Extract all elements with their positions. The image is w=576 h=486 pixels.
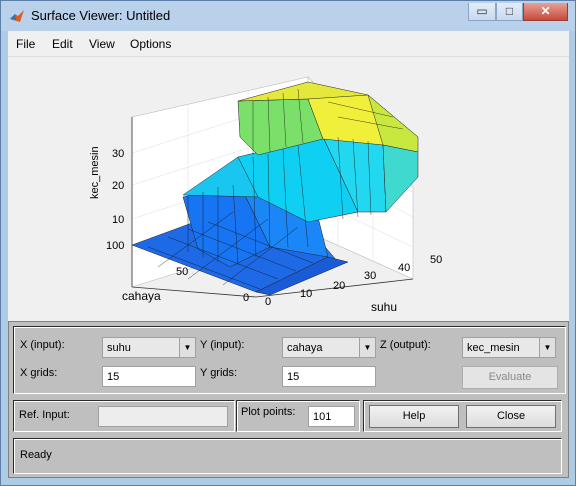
y-tick-0: 0: [243, 292, 249, 304]
minimize-button[interactable]: ▭: [468, 3, 496, 21]
evaluate-button[interactable]: Evaluate: [462, 366, 558, 389]
menu-bar: File Edit View Options: [8, 31, 569, 57]
x-input-dropdown[interactable]: suhu ▼: [102, 337, 196, 358]
menu-edit[interactable]: Edit: [52, 37, 73, 51]
surface-plot[interactable]: 10 20 30 100 50 0 0 10 20 30 40 50 kec_m…: [8, 57, 569, 321]
title-bar[interactable]: Surface Viewer: Untitled ▭ □ ✕: [1, 1, 575, 31]
window-title: Surface Viewer: Untitled: [31, 8, 171, 23]
axis-selection-panel: X (input): suhu ▼ Y (input): cahaya ▼ Z …: [13, 326, 566, 394]
y-input-dropdown[interactable]: cahaya ▼: [282, 337, 376, 358]
y-tick-100: 100: [106, 240, 124, 252]
menu-options[interactable]: Options: [130, 37, 171, 51]
matlab-logo-icon: [10, 10, 24, 22]
y-input-value: cahaya: [287, 342, 323, 354]
z-output-label: Z (output):: [380, 339, 431, 351]
z-output-dropdown[interactable]: kec_mesin ▼: [462, 337, 556, 358]
chevron-down-icon: ▼: [539, 338, 555, 357]
close-window-button[interactable]: ✕: [523, 3, 568, 21]
ref-input-field[interactable]: [98, 406, 228, 427]
y-tick-50: 50: [176, 266, 188, 278]
ref-input-label: Ref. Input:: [19, 409, 70, 421]
x-tick-50: 50: [430, 254, 442, 266]
y-axis-label: cahaya: [122, 289, 161, 303]
x-tick-20: 20: [333, 280, 345, 292]
status-panel: Ready: [13, 438, 562, 474]
z-output-value: kec_mesin: [467, 342, 520, 354]
y-input-label: Y (input):: [200, 339, 245, 351]
y-grids-label: Y grids:: [200, 367, 238, 379]
help-button[interactable]: Help: [369, 405, 459, 428]
action-buttons-panel: Help Close: [363, 400, 562, 432]
z-tick-20: 20: [112, 180, 124, 192]
x-tick-30: 30: [364, 270, 376, 282]
x-tick-10: 10: [300, 288, 312, 300]
surface-viewer-window: Surface Viewer: Untitled ▭ □ ✕ File Edit…: [0, 0, 576, 486]
menu-file[interactable]: File: [16, 37, 35, 51]
y-grids-input[interactable]: 15: [282, 366, 376, 387]
maximize-button[interactable]: □: [496, 3, 523, 21]
x-grids-label: X grids:: [20, 367, 58, 379]
controls-area: X (input): suhu ▼ Y (input): cahaya ▼ Z …: [8, 321, 569, 478]
z-tick-30: 30: [112, 148, 124, 160]
plot-points-input[interactable]: 101: [308, 406, 355, 427]
x-input-value: suhu: [107, 342, 131, 354]
z-axis-label: kec_mesin: [89, 146, 101, 199]
menu-view[interactable]: View: [89, 37, 115, 51]
x-tick-40: 40: [398, 262, 410, 274]
x-grids-input[interactable]: 15: [102, 366, 196, 387]
plot-points-panel: Plot points: 101: [236, 400, 360, 432]
z-tick-10: 10: [112, 214, 124, 226]
plot-points-label: Plot points:: [241, 406, 296, 418]
close-button[interactable]: Close: [466, 405, 556, 428]
x-axis-label: suhu: [371, 300, 397, 314]
chevron-down-icon: ▼: [179, 338, 195, 357]
chevron-down-icon: ▼: [359, 338, 375, 357]
x-input-label: X (input):: [20, 339, 65, 351]
ref-input-panel: Ref. Input:: [13, 400, 235, 432]
status-text: Ready: [20, 449, 52, 461]
plot-area[interactable]: 10 20 30 100 50 0 0 10 20 30 40 50 kec_m…: [8, 57, 569, 321]
x-tick-0: 0: [265, 296, 271, 308]
